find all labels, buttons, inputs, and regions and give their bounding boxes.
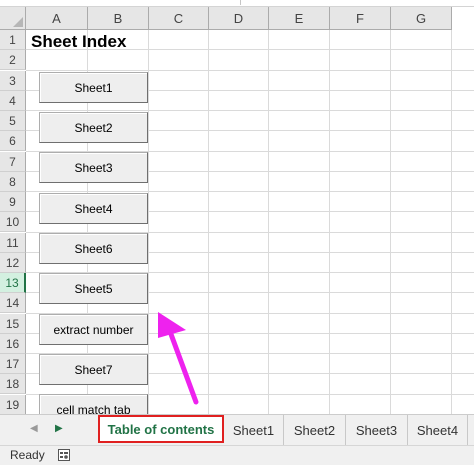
sheet-tab-bar: ◀ ▶ Table of contents Sheet1 Sheet2 Shee… — [0, 414, 474, 445]
worksheet-grid[interactable]: ABCDEFG 1234567891011121314151617181920 … — [0, 0, 474, 414]
tab-sheet2[interactable]: Sheet2 — [284, 415, 346, 445]
tab-sheet3[interactable]: Sheet3 — [346, 415, 408, 445]
tab-sheet1[interactable]: Sheet1 — [224, 415, 284, 445]
macro-record-icon[interactable] — [58, 449, 70, 461]
tab-sheet4[interactable]: Sheet4 — [408, 415, 468, 445]
tab-scroll-right-icon[interactable]: ▶ — [55, 423, 63, 434]
status-text: Ready — [10, 448, 45, 462]
tab-scroll-left-icon[interactable]: ◀ — [30, 423, 38, 434]
status-bar: Ready — [0, 445, 474, 465]
pointer-arrow-icon — [158, 312, 199, 405]
tab-table-of-contents[interactable]: Table of contents — [98, 415, 224, 443]
